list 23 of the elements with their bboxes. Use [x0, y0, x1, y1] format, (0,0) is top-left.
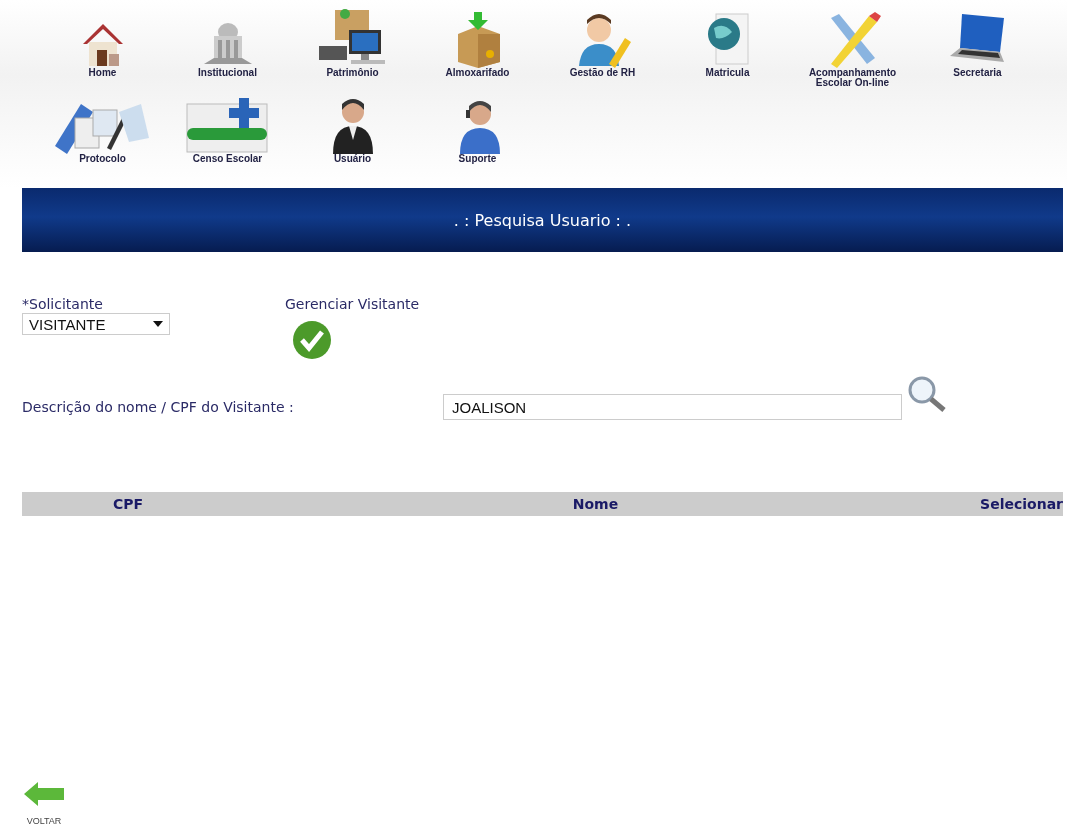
column-header: CPF [111, 496, 145, 512]
menu-item[interactable]: Institucional [165, 4, 290, 88]
menu-item[interactable]: Gestão de RH [540, 4, 665, 88]
menu-item[interactable]: Almoxarifado [415, 4, 540, 88]
menu-item[interactable]: Acompanhamento Escolar On-line [790, 4, 915, 88]
search-field[interactable]: JOALISON [443, 394, 902, 420]
menu-item[interactable]: Censo Escolar [165, 88, 290, 174]
search-label: Descrição do nome / CPF do Visitante : [22, 399, 295, 415]
menu-item[interactable]: Protocolo [40, 88, 165, 174]
manage-visitor-label: Gerenciar Visitante [285, 296, 420, 312]
confirm-button[interactable] [290, 320, 334, 360]
column-header: Selecionar [979, 496, 1063, 512]
menu-item[interactable]: Home [40, 4, 165, 88]
requester-select[interactable]: VISITANTE [22, 313, 170, 335]
menu-item[interactable]: Patrimônio [290, 4, 415, 88]
column-header: Nome [571, 496, 620, 512]
menu-item[interactable]: Usuário [290, 88, 415, 174]
page-title-banner: . : Pesquisa Usuario : . [22, 188, 1063, 252]
dropdown-caret-icon [153, 321, 163, 327]
requester-label: *Solicitante [22, 296, 104, 312]
menu-item[interactable]: Suporte [415, 88, 540, 174]
menu-item[interactable]: Secretaria [915, 4, 1040, 88]
menu-item[interactable]: Matricula [665, 4, 790, 88]
